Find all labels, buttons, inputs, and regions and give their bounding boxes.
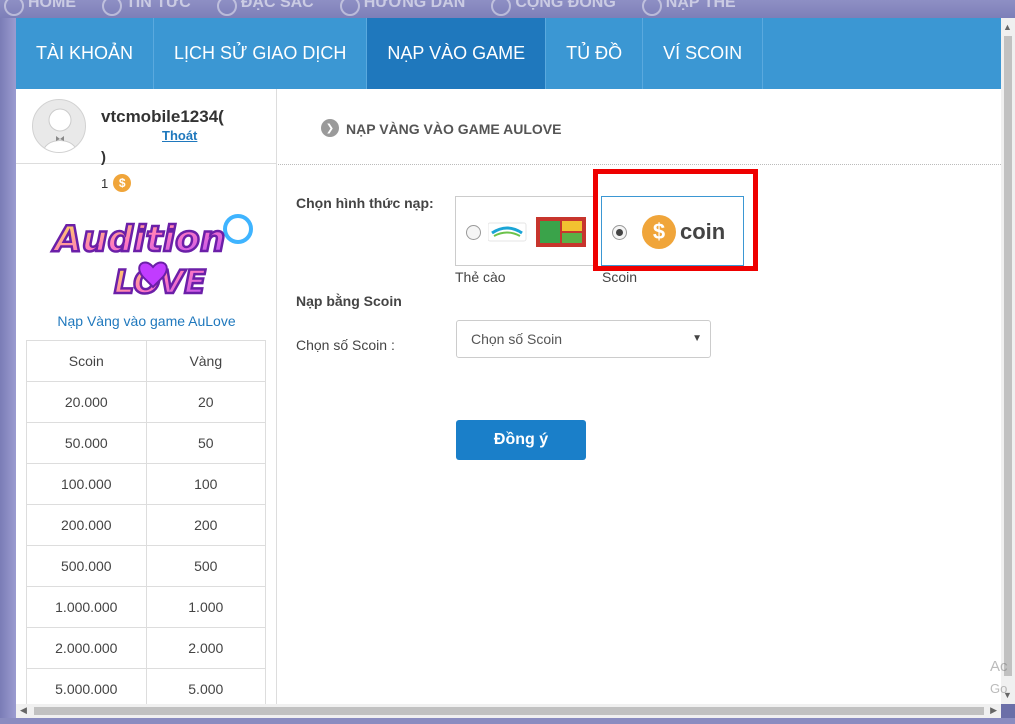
cell-gold: 5.000 [145, 668, 267, 704]
bg-nav-home: HOME [0, 0, 98, 16]
payment-method-label: Chọn hình thức nạp: [296, 195, 434, 211]
audition-love-logo: Audition LOVE [50, 214, 253, 302]
vertical-scrollbar[interactable]: ▲ ▼ [1001, 18, 1015, 704]
watermark-line-2: Go [990, 681, 1008, 696]
method-option-scoin[interactable]: $ coin [601, 196, 744, 266]
scoin-logo-text: coin [680, 219, 726, 244]
account-modal: TÀI KHOẢN LỊCH SỬ GIAO DỊCH NẠP VÀO GAME… [16, 18, 1001, 704]
table-row: 2.000.000 2.000 [26, 627, 267, 669]
tab-topup-game[interactable]: NẠP VÀO GAME [367, 18, 547, 89]
scoin-dollar-icon: $ [642, 215, 676, 249]
vertical-scroll-thumb[interactable] [1004, 36, 1012, 676]
scroll-left-icon[interactable]: ◀ [20, 705, 27, 716]
scroll-up-icon[interactable]: ▲ [1003, 22, 1012, 32]
username: vtcmobile1234( [101, 107, 224, 126]
game-topup-link[interactable]: Nạp Vàng vào game AuLove [16, 313, 277, 329]
cell-gold: 100 [145, 463, 267, 505]
scoin-section-heading: Nạp bằng Scoin [296, 293, 402, 309]
bg-nav-guide: HƯỚNG DẪN [336, 0, 488, 16]
tab-transaction-history[interactable]: LỊCH SỬ GIAO DỊCH [154, 18, 368, 89]
logout-link[interactable]: Thoát [162, 128, 197, 143]
submit-button[interactable]: Đồng ý [456, 420, 586, 460]
table-row: 500.000 500 [26, 545, 267, 587]
page-header: ❯ NẠP VÀNG VÀO GAME AULOVE [278, 89, 1001, 165]
table-row: 100.000 100 [26, 463, 267, 505]
cell-gold: 2.000 [145, 627, 267, 669]
table-row: 5.000.000 5.000 [26, 668, 267, 704]
horizontal-scroll-thumb[interactable] [34, 707, 984, 715]
background-site-nav: HOME TIN TỨC ĐẶC SẮC HƯỚNG DẪN CỘNG ĐỒNG… [0, 0, 1015, 18]
tab-scoin-wallet[interactable]: VÍ SCOIN [643, 18, 764, 89]
background-site-bottom [0, 718, 1015, 724]
exchange-rate-table: Scoin Vàng 20.000 20 50.000 50 100.000 100 … [26, 340, 267, 704]
scoin-coin-icon: $ [113, 174, 132, 192]
cell-gold: 20 [145, 381, 267, 423]
profile-panel: vtcmobile1234( Thoát ) [16, 89, 276, 166]
radio-scoin[interactable] [612, 225, 627, 240]
background-site-left [0, 18, 16, 724]
watermark-line-1: Ac [990, 658, 1008, 675]
cell-scoin: 500.000 [26, 545, 147, 587]
left-sidebar: vtcmobile1234( Thoát ) 1 $ Audition LOVE… [16, 89, 277, 704]
scoin-balance: 1 $ [101, 174, 132, 192]
balance-value: 1 [101, 175, 109, 191]
tab-bar: TÀI KHOẢN LỊCH SỬ GIAO DỊCH NẠP VÀO GAME… [16, 18, 1001, 89]
user-avatar-icon [42, 108, 78, 152]
cell-scoin: 5.000.000 [26, 668, 147, 704]
bg-nav-news: TIN TỨC [98, 0, 213, 16]
column-header-gold: Vàng [145, 340, 267, 382]
table-row: 50.000 50 [26, 422, 267, 464]
table-row: 20.000 20 [26, 381, 267, 423]
cell-scoin: 200.000 [26, 504, 147, 546]
table-row: 1.000.000 1.000 [26, 586, 267, 628]
tab-inventory[interactable]: TỦ ĐỒ [546, 18, 644, 89]
radio-scratch-card[interactable] [466, 225, 481, 240]
cell-scoin: 50.000 [26, 422, 147, 464]
username-continuation: ) [101, 149, 106, 166]
caret-down-icon: ▼ [692, 333, 702, 344]
cell-scoin: 2.000.000 [26, 627, 147, 669]
column-header-scoin: Scoin [26, 340, 147, 382]
cell-scoin: 20.000 [26, 381, 147, 423]
method-option-scratch-card[interactable] [455, 196, 598, 266]
activation-watermark: Ac Go [990, 656, 1008, 700]
tab-account[interactable]: TÀI KHOẢN [16, 18, 155, 89]
cell-scoin: 1.000.000 [26, 586, 147, 628]
scoin-caption: Scoin [602, 269, 638, 285]
bg-nav-community: CỘNG ĐỒNG [487, 0, 637, 16]
cell-scoin: 100.000 [26, 463, 147, 505]
table-header-row: Scoin Vàng [26, 340, 267, 382]
avatar [32, 99, 86, 153]
cell-gold: 1.000 [145, 586, 267, 628]
cell-gold: 500 [145, 545, 267, 587]
cell-gold: 50 [145, 422, 267, 464]
page-title: NẠP VÀNG VÀO GAME AULOVE [346, 121, 562, 137]
bg-nav-topup: NẠP THẺ [638, 0, 758, 16]
scroll-right-icon[interactable]: ▶ [990, 705, 997, 716]
scratch-card-caption: Thẻ cào [455, 269, 506, 285]
main-panel: ❯ NẠP VÀNG VÀO GAME AULOVE Chọn hình thứ… [278, 89, 1001, 704]
table-row: 200.000 200 [26, 504, 267, 546]
bg-nav-features: ĐẶC SẮC [213, 0, 336, 16]
svg-text:Audition: Audition [51, 219, 226, 260]
scoin-amount-select[interactable]: Chọn số Scoin ▼ [456, 320, 711, 358]
select-value: Chọn số Scoin [471, 331, 563, 347]
chevron-right-circle-icon: ❯ [321, 119, 339, 137]
scratch-card-logos-icon [488, 217, 586, 247]
scoin-amount-label: Chọn số Scoin : [296, 337, 395, 353]
horizontal-scrollbar[interactable]: ◀ ▶ [16, 704, 1001, 718]
cell-gold: 200 [145, 504, 267, 546]
scoin-logo: $ coin [642, 215, 725, 249]
